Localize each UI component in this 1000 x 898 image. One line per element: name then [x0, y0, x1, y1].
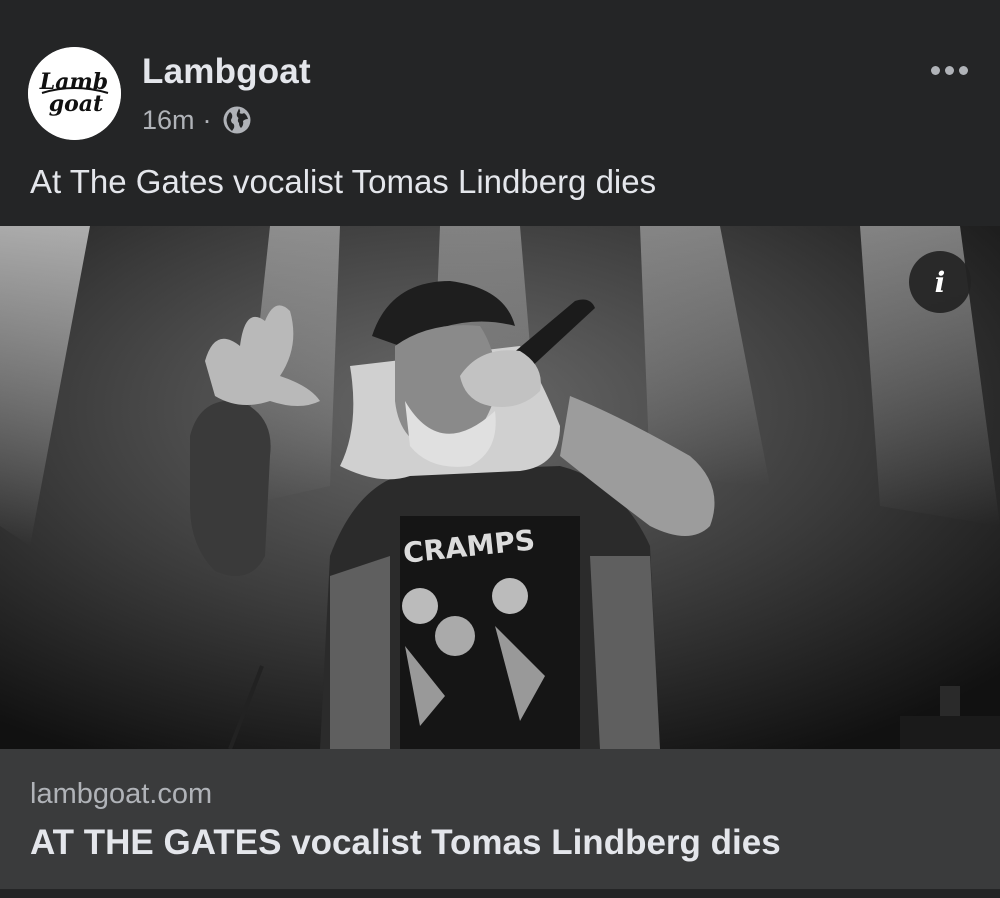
link-preview[interactable] — [0, 749, 1000, 889]
post-image[interactable]: CRAMPS — [0, 226, 1000, 749]
more-dots-icon — [958, 65, 968, 75]
post-text: At The Gates vocalist Tomas Lindberg die… — [30, 163, 657, 200]
more-dots-icon — [944, 65, 954, 75]
post-timestamp[interactable]: 16m — [142, 105, 195, 136]
info-button[interactable]: i — [909, 251, 971, 313]
info-icon: i — [934, 265, 946, 299]
post-divider — [0, 889, 1000, 898]
more-dots-icon — [930, 65, 940, 75]
post-meta: 16m · — [142, 102, 252, 138]
meta-separator: · — [202, 104, 212, 135]
svg-text:goat: goat — [49, 91, 103, 117]
globe-icon[interactable] — [222, 105, 252, 135]
link-title[interactable]: AT THE GATES vocalist Tomas Lindberg die… — [30, 823, 781, 863]
more-options-button[interactable] — [922, 52, 976, 88]
page-avatar[interactable]: Lamb goat — [28, 47, 121, 140]
page-name[interactable]: Lambgoat — [142, 52, 311, 92]
concert-photo: CRAMPS — [0, 226, 1000, 749]
link-domain: lambgoat.com — [30, 778, 213, 810]
lambgoat-logo: Lamb goat — [28, 47, 121, 140]
